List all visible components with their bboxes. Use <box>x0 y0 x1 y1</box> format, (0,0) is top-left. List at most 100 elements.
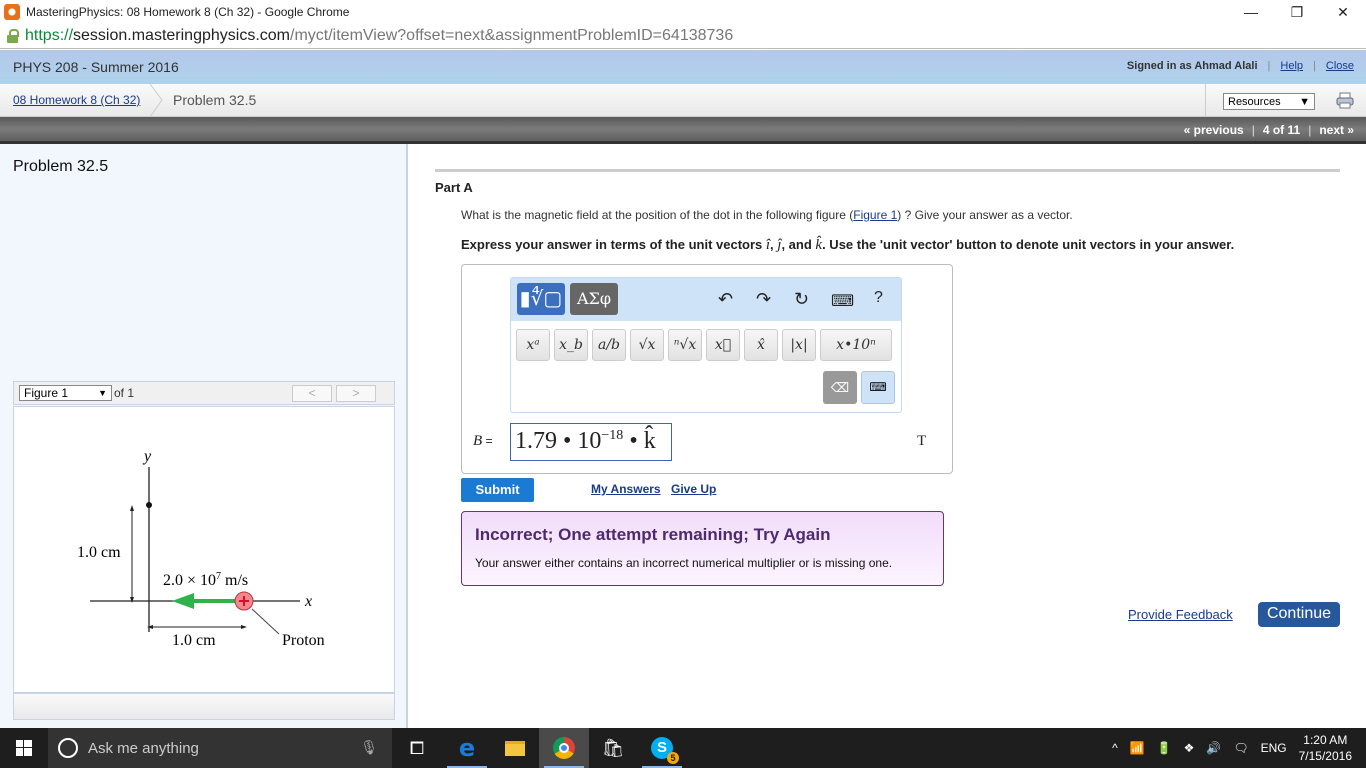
instruction-text: Express your answer in terms of the unit… <box>461 237 1235 253</box>
close-link[interactable]: Close <box>1326 60 1354 72</box>
proton-leader-line <box>251 608 280 635</box>
previous-link[interactable]: « previous <box>1184 123 1244 137</box>
problem-position: 4 of 11 <box>1262 123 1301 137</box>
figure-select[interactable]: Figure 1 ▼ <box>19 385 112 401</box>
give-up-link[interactable]: Give Up <box>671 482 716 496</box>
answer-label: B = <box>473 433 493 449</box>
language-indicator[interactable]: ENG <box>1261 741 1287 755</box>
keyboard-icon[interactable]: ⌨ <box>831 291 854 311</box>
field-point-dot <box>146 502 152 508</box>
figure-link[interactable]: Figure 1 <box>853 208 897 222</box>
cortana-search-box[interactable]: Ask me anything 🎙 <box>48 728 392 768</box>
task-view-icon[interactable]: ⧠ <box>392 728 442 768</box>
problem-title: Problem 32.5 <box>13 158 109 175</box>
microphone-icon[interactable]: 🎙 <box>360 739 378 756</box>
volume-icon[interactable]: 🔊 <box>1206 741 1221 755</box>
dropbox-icon[interactable]: ❖ <box>1184 741 1195 755</box>
dimension-arrowhead <box>241 625 247 629</box>
divider <box>1205 84 1206 117</box>
battery-icon[interactable]: 🔋 <box>1157 741 1172 755</box>
problem-sidebar: Problem 32.5 Figure 1 ▼ of 1 < > y x 1.0 … <box>0 144 408 728</box>
figure-footer <box>13 693 395 720</box>
figure-toolbar: Figure 1 ▼ of 1 < > <box>13 381 395 405</box>
lock-icon <box>7 29 19 43</box>
print-icon[interactable] <box>1336 92 1354 109</box>
resources-dropdown[interactable]: Resources ▼ <box>1223 93 1315 110</box>
dimension-arrowhead <box>147 625 153 629</box>
windows-logo-icon <box>16 740 32 756</box>
url-text[interactable]: https://session.masteringphysics.com/myc… <box>25 27 733 45</box>
symbols-tab[interactable]: ΑΣφ <box>570 283 618 315</box>
undo-icon[interactable]: ↶ <box>718 289 733 310</box>
scientific-notation-button[interactable]: x•10ⁿ <box>820 329 892 361</box>
continue-button[interactable]: Continue <box>1258 602 1340 627</box>
next-figure-button[interactable]: > <box>336 385 376 402</box>
signed-in-text: Signed in as Ahmad Alali <box>1126 60 1258 72</box>
dimension-arrowhead <box>130 505 134 511</box>
main-content: Part A What is the magnetic field at the… <box>410 144 1366 728</box>
superscript-button[interactable]: xᵃ <box>516 329 550 361</box>
divider: | <box>1267 60 1271 72</box>
course-title: PHYS 208 - Summer 2016 <box>13 59 179 75</box>
figure-count: of 1 <box>114 386 135 400</box>
start-button[interactable] <box>0 728 48 768</box>
close-window-button[interactable]: ✕ <box>1320 0 1366 24</box>
unit-vector-button[interactable]: x̂ <box>744 329 778 361</box>
absolute-value-button[interactable]: |x| <box>782 329 816 361</box>
answer-input[interactable]: 1.79 • 10−18 • k̂ <box>510 423 672 461</box>
wifi-icon[interactable]: 📶 <box>1130 741 1145 755</box>
minimize-button[interactable]: — <box>1228 0 1274 24</box>
search-placeholder: Ask me anything <box>88 739 199 757</box>
clock[interactable]: 1:20 AM 7/15/2016 <box>1299 732 1352 764</box>
figure-area: y x 1.0 cm 1.0 cm 2.0 × 107 m/s Proton <box>13 406 395 693</box>
redo-icon[interactable]: ↷ <box>756 289 771 310</box>
reset-icon[interactable]: ↻ <box>794 289 809 310</box>
velocity-label: 2.0 × 107 m/s <box>163 571 248 589</box>
help-icon[interactable]: ? <box>874 289 883 307</box>
help-link[interactable]: Help <box>1280 60 1303 72</box>
restore-button[interactable]: ❐ <box>1274 0 1320 24</box>
answer-unit: T <box>917 433 927 449</box>
show-keyboard-button[interactable]: ⌨ <box>861 371 895 404</box>
square-root-button[interactable]: √x <box>630 329 664 361</box>
action-center-icon[interactable]: 🗨 <box>1233 741 1248 755</box>
dropdown-arrow-icon: ▼ <box>98 388 107 398</box>
edge-icon[interactable]: e <box>442 728 492 768</box>
show-hidden-icons-chevron-icon[interactable]: ^ <box>1112 741 1118 755</box>
chrome-icon[interactable] <box>539 728 589 768</box>
feedback-heading: Incorrect; One attempt remaining; Try Ag… <box>475 525 831 544</box>
submit-button[interactable]: Submit <box>461 478 534 502</box>
clock-time: 1:20 AM <box>1303 733 1348 747</box>
divider: | <box>1313 60 1316 72</box>
breadcrumb: 08 Homework 8 (Ch 32) Problem 32.5 Resou… <box>0 84 1366 117</box>
provide-feedback-link[interactable]: Provide Feedback <box>1128 607 1233 622</box>
mastering-physics-favicon-icon <box>4 4 20 20</box>
subscript-button[interactable]: x_b <box>554 329 588 361</box>
answer-box: ▮∜▢ ΑΣφ ↶ ↷ ↻ ⌨ ? xᵃ x_b a/b √x ⁿ√x x⃗ x… <box>461 264 953 474</box>
feedback-message: Your answer either contains an incorrect… <box>475 556 893 570</box>
question-text: What is the magnetic field at the positi… <box>461 208 1073 222</box>
my-answers-link[interactable]: My Answers <box>591 482 661 496</box>
store-icon[interactable]: 🛍 <box>588 728 638 768</box>
address-bar[interactable]: https://session.masteringphysics.com/myc… <box>0 24 1366 49</box>
vertical-dimension-label: 1.0 cm <box>77 544 121 561</box>
x-axis-label: x <box>304 593 312 610</box>
math-toolbar: ▮∜▢ ΑΣφ ↶ ↷ ↻ ⌨ ? xᵃ x_b a/b √x ⁿ√x x⃗ x… <box>510 277 902 413</box>
breadcrumb-assignment-link[interactable]: 08 Homework 8 (Ch 32) <box>13 93 140 107</box>
previous-figure-button[interactable]: < <box>292 385 332 402</box>
skype-badge: 5 <box>667 752 679 764</box>
part-heading: Part A <box>435 180 473 195</box>
proton-label: Proton <box>282 632 325 649</box>
clock-date: 7/15/2016 <box>1298 749 1352 763</box>
skype-icon[interactable]: S5 <box>637 728 687 768</box>
vector-button[interactable]: x⃗ <box>706 329 740 361</box>
fraction-button[interactable]: a/b <box>592 329 626 361</box>
templates-tab[interactable]: ▮∜▢ <box>517 283 565 315</box>
nth-root-button[interactable]: ⁿ√x <box>668 329 702 361</box>
backspace-button[interactable]: ⌫ <box>823 371 857 404</box>
physics-figure: y x 1.0 cm 1.0 cm 2.0 × 107 m/s Proton <box>77 448 325 649</box>
taskbar: Ask me anything 🎙 ⧠ e 🛍 S5 ^ 📶 🔋 ❖ 🔊 🗨 E… <box>0 728 1366 768</box>
next-link[interactable]: next » <box>1319 123 1354 137</box>
feedback-box: Incorrect; One attempt remaining; Try Ag… <box>461 511 944 586</box>
file-explorer-icon[interactable] <box>490 728 540 768</box>
